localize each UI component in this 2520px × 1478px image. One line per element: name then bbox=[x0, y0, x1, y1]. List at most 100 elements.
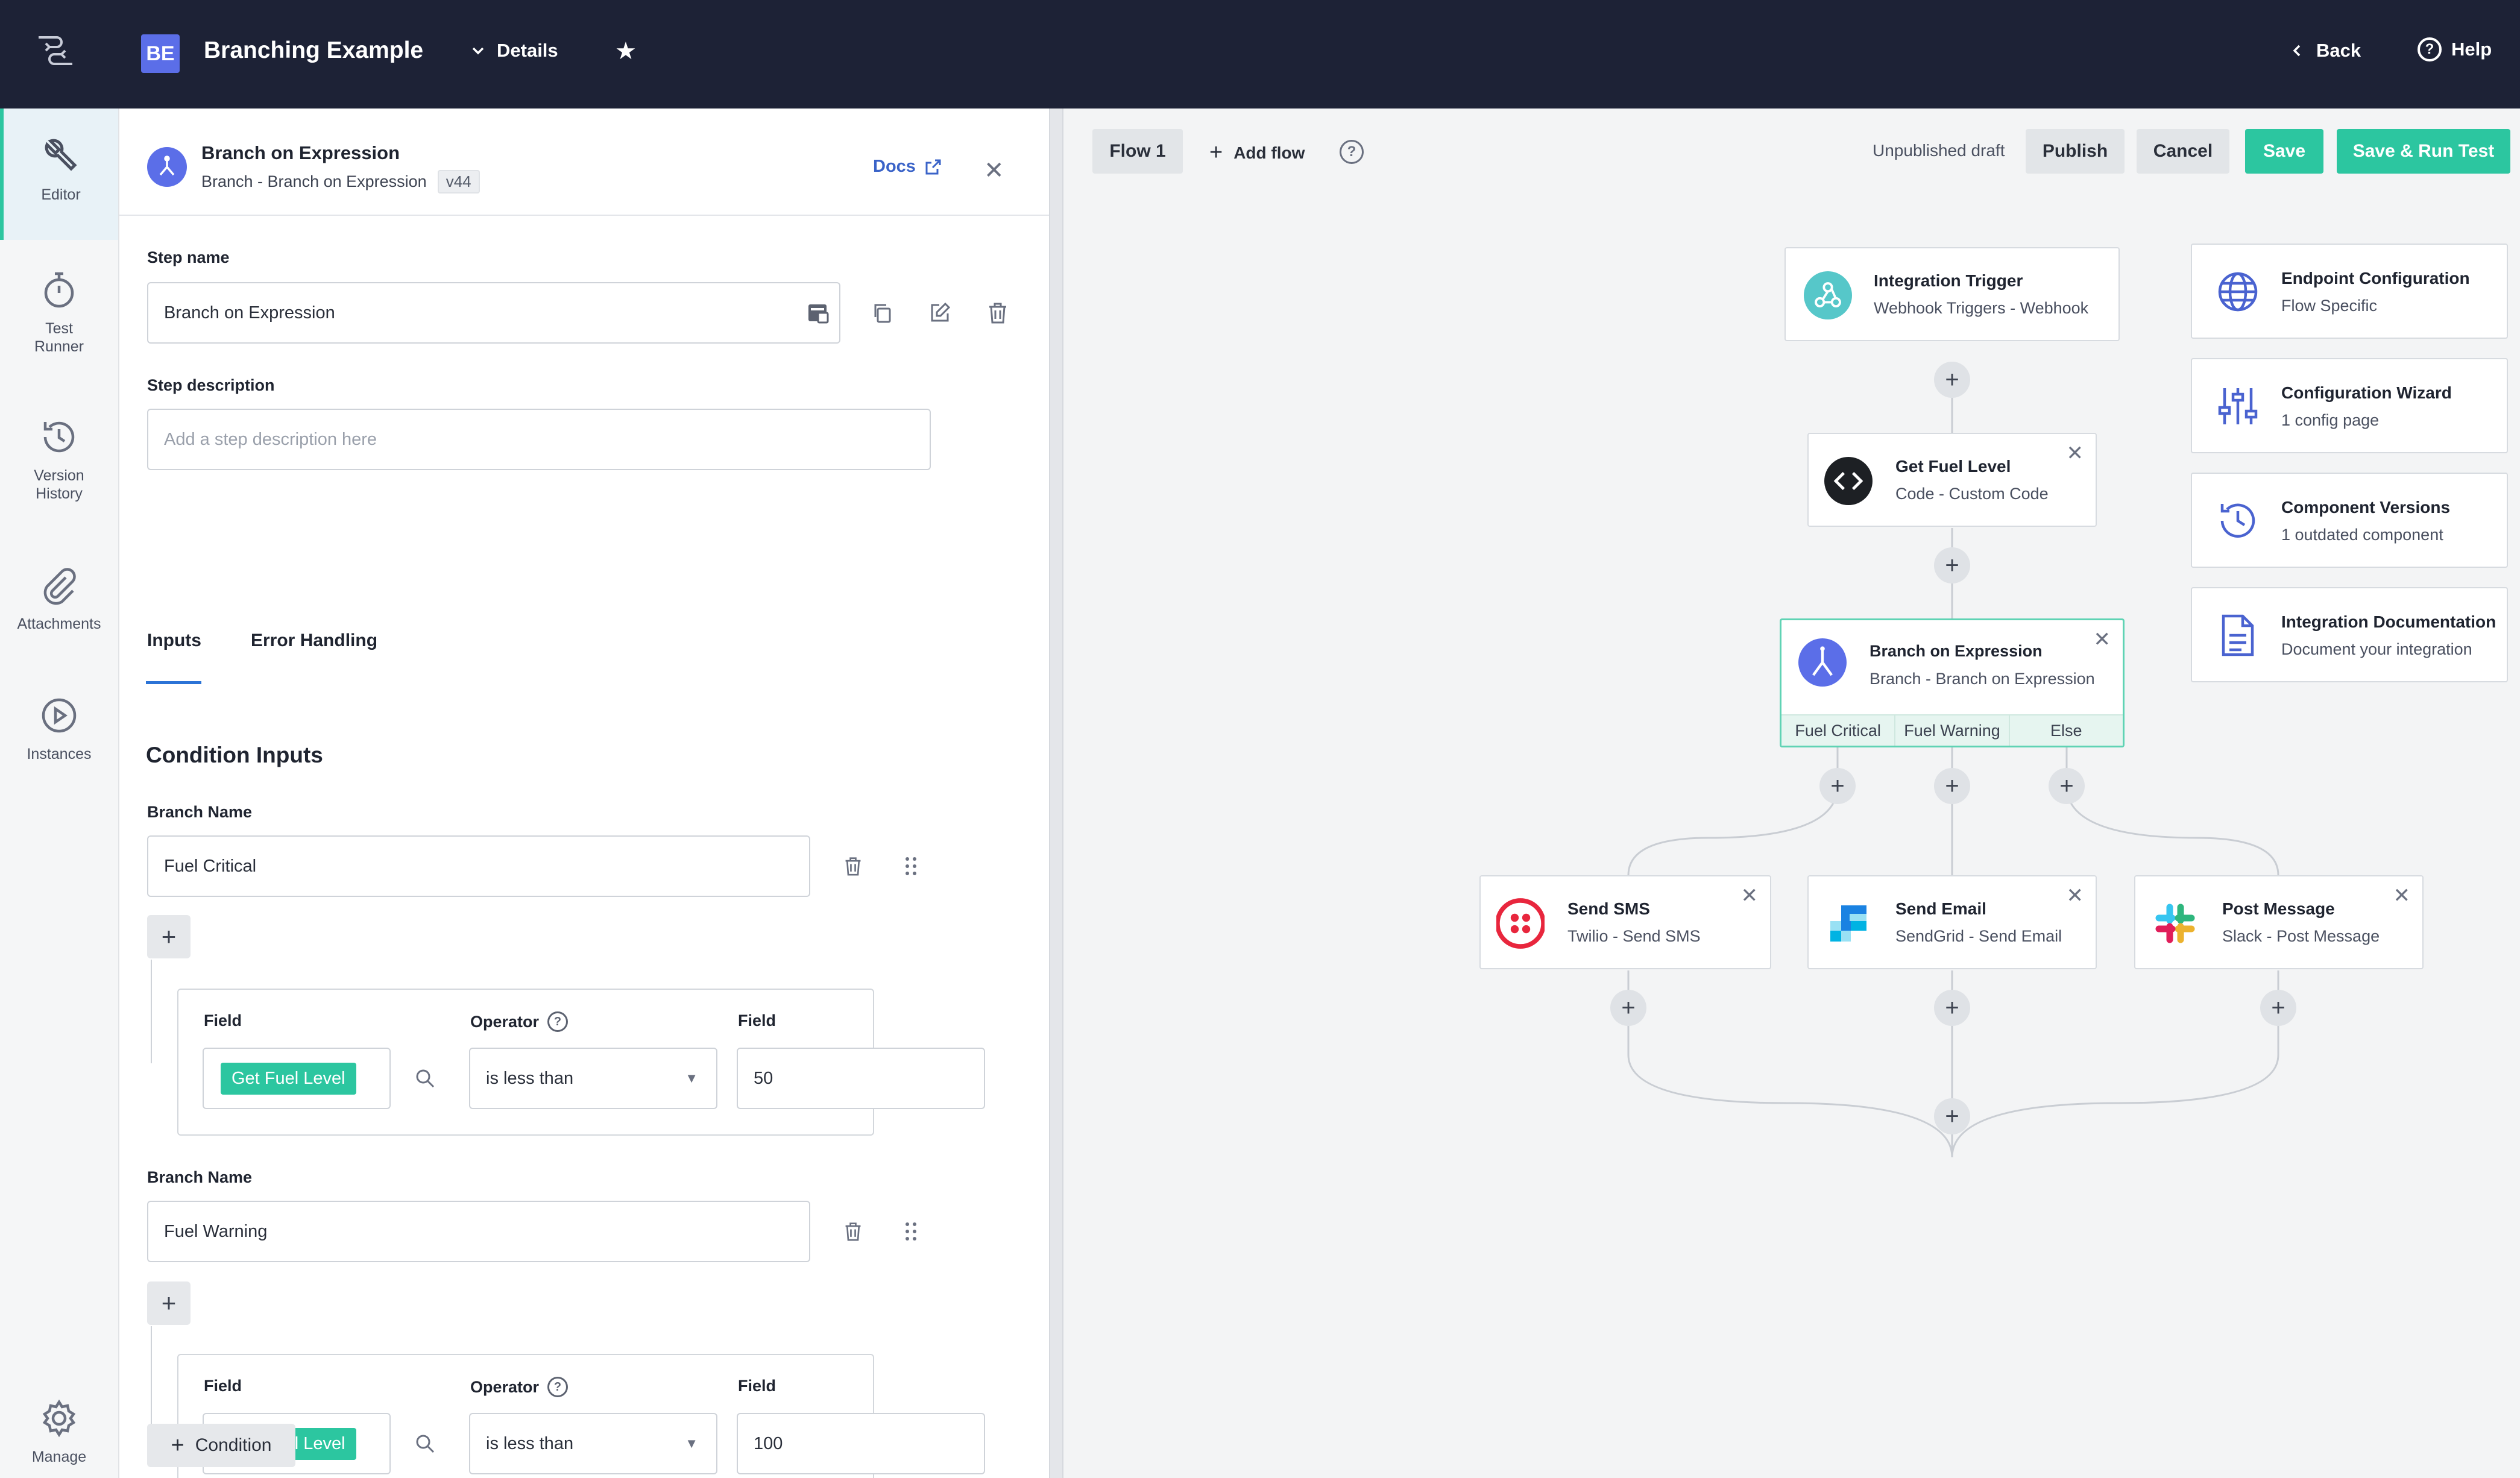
add-step-button[interactable]: + bbox=[1934, 990, 1970, 1026]
add-step-button[interactable]: + bbox=[1610, 990, 1646, 1026]
add-step-button[interactable]: + bbox=[1934, 547, 1970, 583]
copy-icon[interactable] bbox=[867, 298, 897, 328]
docs-label: Docs bbox=[873, 157, 916, 176]
operator-label-text: Operator bbox=[470, 1012, 540, 1031]
branch-name-label: Branch Name bbox=[147, 1168, 253, 1186]
card-configuration-wizard[interactable]: Configuration Wizard 1 config page bbox=[2191, 358, 2508, 453]
nav-item-instances[interactable]: Instances bbox=[0, 694, 118, 763]
node-subtitle: Branch - Branch on Expression bbox=[1870, 670, 2095, 688]
tree-connector bbox=[151, 1326, 152, 1429]
node-post-message[interactable]: Post Message Slack - Post Message ✕ bbox=[2134, 875, 2424, 969]
help-button[interactable]: ? Help bbox=[2418, 37, 2492, 61]
trash-icon[interactable] bbox=[838, 1216, 868, 1247]
close-icon[interactable]: ✕ bbox=[1741, 884, 1759, 908]
add-step-button[interactable]: + bbox=[2049, 768, 2085, 804]
operator-select[interactable]: is less than ▼ bbox=[469, 1048, 717, 1109]
field-reference-input[interactable]: Get Fuel Level bbox=[203, 1048, 391, 1109]
card-subtitle: Flow Specific bbox=[2281, 297, 2378, 315]
panel-resize-handle[interactable] bbox=[1049, 108, 1063, 1478]
help-icon[interactable]: ? bbox=[547, 1011, 569, 1032]
card-endpoint-configuration[interactable]: Endpoint Configuration Flow Specific bbox=[2191, 244, 2508, 339]
card-title: Endpoint Configuration bbox=[2281, 269, 2470, 288]
star-icon[interactable]: ★ bbox=[615, 37, 637, 65]
card-integration-documentation[interactable]: Integration Documentation Document your … bbox=[2191, 587, 2508, 682]
back-button[interactable]: Back bbox=[2291, 40, 2361, 61]
operator-label: Operator ? bbox=[470, 1377, 569, 1397]
close-icon[interactable]: ✕ bbox=[2393, 884, 2411, 908]
node-integration-trigger[interactable]: Integration Trigger Webhook Triggers - W… bbox=[1784, 247, 2120, 341]
branch-tab-fuel-warning[interactable]: Fuel Warning bbox=[1895, 715, 2010, 746]
node-branch-on-expression[interactable]: Branch on Expression Branch - Branch on … bbox=[1780, 618, 2125, 747]
webhook-icon bbox=[1804, 271, 1852, 319]
document-icon bbox=[2215, 612, 2261, 658]
details-label: Details bbox=[497, 40, 558, 61]
flow-canvas[interactable]: Flow 1 + Add flow ? Unpublished draft Pu… bbox=[1063, 108, 2520, 1478]
details-toggle[interactable]: Details bbox=[470, 40, 558, 61]
drag-handle-icon[interactable] bbox=[896, 1216, 926, 1247]
add-step-button[interactable]: + bbox=[1934, 362, 1970, 398]
branch-name-input[interactable]: Fuel Critical bbox=[147, 835, 810, 897]
slack-icon bbox=[2151, 899, 2199, 948]
node-get-fuel-level[interactable]: Get Fuel Level Code - Custom Code ✕ bbox=[1807, 433, 2097, 527]
step-subtitle-text: Branch - Branch on Expression bbox=[201, 172, 427, 190]
nav-item-editor[interactable]: Editor bbox=[0, 108, 118, 240]
tab-inputs[interactable]: Inputs bbox=[147, 631, 201, 651]
card-subtitle: 1 config page bbox=[2281, 411, 2380, 429]
operator-select[interactable]: is less than ▼ bbox=[469, 1413, 717, 1474]
integrations-logo-icon[interactable] bbox=[34, 29, 77, 72]
branch-name-input[interactable]: Fuel Warning bbox=[147, 1201, 810, 1262]
add-step-button[interactable]: + bbox=[1934, 768, 1970, 804]
step-description-input[interactable]: Add a step description here bbox=[147, 409, 931, 470]
nav-item-test-runner[interactable]: Test Runner bbox=[0, 269, 118, 356]
help-icon: ? bbox=[2418, 37, 2442, 61]
step-title: Branch on Expression bbox=[201, 142, 400, 163]
nav-label-attachments: Attachments bbox=[17, 615, 101, 632]
add-condition-button[interactable]: + Condition bbox=[147, 1424, 295, 1467]
card-component-versions[interactable]: Component Versions 1 outdated component bbox=[2191, 473, 2508, 568]
help-icon[interactable]: ? bbox=[547, 1377, 569, 1397]
branch-tab-fuel-critical[interactable]: Fuel Critical bbox=[1781, 715, 1896, 746]
node-subtitle: Slack - Post Message bbox=[2222, 927, 2380, 945]
close-icon[interactable]: ✕ bbox=[2094, 627, 2111, 652]
trash-icon[interactable] bbox=[838, 851, 868, 881]
search-icon[interactable] bbox=[410, 1429, 440, 1459]
branch-tab-else[interactable]: Else bbox=[2010, 715, 2123, 746]
docs-link[interactable]: Docs bbox=[873, 157, 942, 177]
history-icon bbox=[43, 421, 75, 453]
play-circle-icon bbox=[42, 698, 77, 733]
top-bar: BE Branching Example Details ★ Back ? He… bbox=[0, 0, 2520, 108]
add-step-button[interactable]: + bbox=[1819, 768, 1856, 804]
add-group-button[interactable]: + bbox=[147, 915, 191, 958]
drag-handle-icon[interactable] bbox=[896, 851, 926, 881]
variable-icon[interactable] bbox=[803, 298, 833, 328]
field-label: Field bbox=[738, 1011, 776, 1030]
add-group-button[interactable]: + bbox=[147, 1281, 191, 1325]
node-send-sms[interactable]: Send SMS Twilio - Send SMS ✕ bbox=[1479, 875, 1771, 969]
nav-item-attachments[interactable]: Attachments bbox=[0, 564, 118, 633]
compare-value-input[interactable]: 100 bbox=[737, 1413, 985, 1474]
nav-item-version-history[interactable]: Version History bbox=[0, 416, 118, 503]
plus-icon: + bbox=[171, 1432, 184, 1458]
trash-icon[interactable] bbox=[983, 298, 1013, 328]
close-icon[interactable]: ✕ bbox=[984, 157, 1004, 184]
nav-item-manage[interactable]: Manage bbox=[0, 1397, 118, 1466]
step-name-input[interactable]: Branch on Expression bbox=[147, 282, 840, 344]
node-send-email[interactable]: Send Email SendGrid - Send Email ✕ bbox=[1807, 875, 2097, 969]
tab-error-handling[interactable]: Error Handling bbox=[251, 631, 377, 651]
add-step-button[interactable]: + bbox=[1934, 1098, 1970, 1134]
branch-name-value: Fuel Critical bbox=[164, 856, 257, 876]
edit-icon[interactable] bbox=[925, 298, 955, 328]
paperclip-icon bbox=[43, 568, 76, 605]
close-icon[interactable]: ✕ bbox=[2067, 884, 2084, 908]
close-icon[interactable]: ✕ bbox=[2067, 441, 2084, 465]
card-subtitle: 1 outdated component bbox=[2281, 526, 2443, 544]
branch-name-value: Fuel Warning bbox=[164, 1221, 268, 1241]
node-title: Send SMS bbox=[1567, 899, 1650, 918]
search-icon[interactable] bbox=[410, 1063, 440, 1093]
compare-value-input[interactable]: 50 bbox=[737, 1048, 985, 1109]
add-step-button[interactable]: + bbox=[2260, 990, 2296, 1026]
code-icon bbox=[1824, 457, 1873, 505]
twilio-icon bbox=[1496, 898, 1545, 949]
reference-chip[interactable]: Get Fuel Level bbox=[221, 1062, 356, 1095]
caret-down-icon: ▼ bbox=[685, 1071, 698, 1086]
